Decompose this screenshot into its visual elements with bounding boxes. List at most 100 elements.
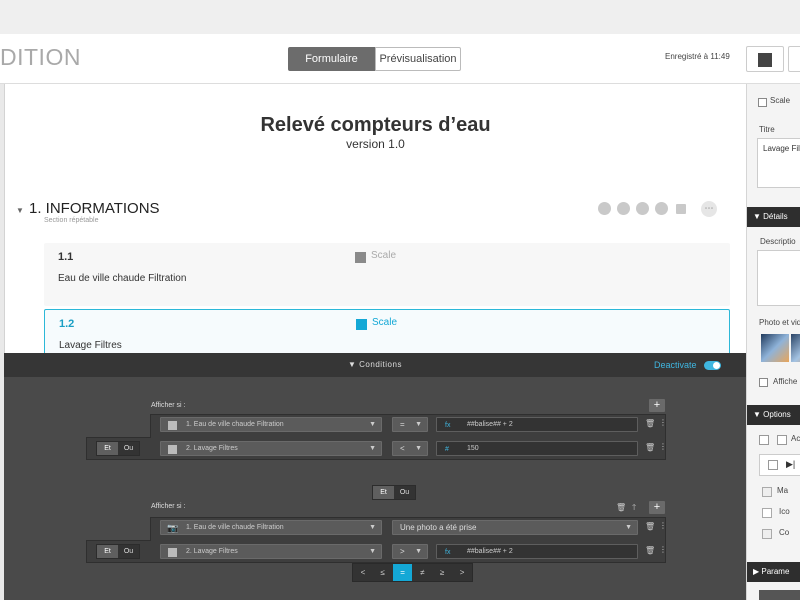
section-collapse-caret-icon[interactable]: ▼	[16, 206, 24, 215]
tab-formulaire[interactable]: Formulaire	[288, 47, 375, 71]
value-type-fx-icon[interactable]: fx	[445, 419, 450, 432]
question-card-selected[interactable]: 1.2 Scale Lavage Filtres	[44, 309, 730, 359]
operator-select[interactable]: = ▼	[392, 417, 428, 432]
dropdown-caret-icon: ▼	[369, 548, 376, 555]
stop-button[interactable]	[746, 46, 784, 72]
option-label: Co	[779, 528, 790, 537]
option-checkbox[interactable]	[762, 508, 772, 518]
stop-icon[interactable]	[676, 204, 686, 214]
scale-label: Scale	[770, 96, 791, 105]
section-title[interactable]: 1. INFORMATIONS	[29, 200, 160, 217]
add-condition-button[interactable]: +	[649, 399, 665, 412]
dropdown-caret-icon: ▼	[369, 421, 376, 428]
question-type: Scale	[371, 250, 397, 261]
option-label: Ma	[777, 486, 789, 495]
value-input[interactable]: fx ##balise## + 2	[436, 544, 638, 559]
afficher-label: Affiche	[773, 377, 798, 386]
question-number: 1.1	[58, 251, 74, 263]
value-input[interactable]: #150	[436, 441, 638, 456]
options-header[interactable]: ▼ Options	[747, 405, 800, 425]
comparator-eq[interactable]: =	[392, 564, 413, 581]
dropdown-caret-icon: ▼	[625, 524, 632, 531]
question-type: Scale	[372, 317, 398, 328]
comparator-le[interactable]: ≤	[373, 564, 393, 581]
value-type-fx-icon[interactable]: fx	[445, 546, 450, 559]
dropdown-caret-icon: ▼	[369, 524, 376, 531]
photo-thumbnail-2[interactable]	[791, 334, 800, 362]
value-type-number-icon[interactable]: #	[445, 443, 449, 456]
trash-icon[interactable]: 🗑	[645, 546, 655, 555]
field-select[interactable]: 📷 1. Eau de ville chaude Filtration ▼	[160, 520, 382, 535]
title-input[interactable]: Lavage Filt	[757, 138, 800, 188]
more-vertical-icon[interactable]: ⋮	[659, 521, 667, 530]
hide-icon[interactable]	[655, 202, 668, 215]
comparator-ge[interactable]: ≥	[432, 564, 452, 581]
trash-icon[interactable]: 🗑	[645, 419, 655, 428]
comparator-gt[interactable]: >	[452, 564, 472, 581]
skip-icon: ▶|	[786, 459, 796, 469]
trash-icon[interactable]: 🗑	[616, 503, 626, 512]
conditions-panel: ▼ Conditions Deactivate Afficher si : + …	[4, 353, 746, 600]
description-input[interactable]	[757, 250, 800, 306]
group-and-or-toggle[interactable]: Et Ou	[372, 485, 416, 500]
and-or-toggle[interactable]: Et Ou	[96, 441, 140, 456]
photo-thumbnail-1[interactable]	[761, 334, 789, 362]
and-or-toggle[interactable]: Et Ou	[96, 544, 140, 559]
more-vertical-icon[interactable]: ⋮	[659, 545, 667, 554]
question-card[interactable]: 1.1 Scale Eau de ville chaude Filtration	[44, 243, 730, 306]
option-checkbox[interactable]	[759, 435, 769, 445]
title-label: Titre	[759, 125, 775, 134]
more-vertical-icon[interactable]: ⋮	[659, 418, 667, 427]
value-input[interactable]: fx ##balise## + 2	[436, 417, 638, 432]
details-header[interactable]: ▼ Détails	[747, 207, 800, 227]
option-checkbox[interactable]	[762, 529, 772, 539]
browser-gap	[0, 0, 800, 34]
checkbox-icon	[168, 421, 177, 430]
deactivate-label[interactable]: Deactivate	[654, 360, 697, 370]
deactivate-toggle[interactable]	[704, 361, 721, 370]
question-label: Eau de ville chaude Filtration	[58, 273, 187, 284]
option-stepper[interactable]: ▶|	[759, 454, 800, 476]
conditions-title[interactable]: ▼ Conditions	[4, 360, 746, 369]
comment-icon[interactable]	[617, 202, 630, 215]
more-header-button[interactable]	[788, 46, 800, 72]
share-icon[interactable]	[598, 202, 611, 215]
add-condition-button[interactable]: +	[649, 501, 665, 514]
param-bar	[759, 590, 800, 600]
comparator-ne[interactable]: ≠	[412, 564, 432, 581]
trash-icon[interactable]: 🗑	[645, 522, 655, 531]
operator-select[interactable]: > ▼	[392, 544, 428, 559]
more-vertical-icon[interactable]: ⋮	[659, 442, 667, 451]
field-select[interactable]: 2. Lavage Filtres ▼	[160, 544, 382, 559]
field-select[interactable]: 1. Eau de ville chaude Filtration ▼	[160, 417, 382, 432]
question-label: Lavage Filtres	[59, 340, 122, 351]
caret-down-icon: ▼	[348, 360, 360, 369]
field-select[interactable]: 2. Lavage Filtres ▼	[160, 441, 382, 456]
comparator-picker: < ≤ = ≠ ≥ >	[352, 563, 473, 582]
section-more-button[interactable]: ⋯	[701, 201, 717, 217]
dropdown-caret-icon: ▼	[415, 548, 422, 555]
properties-panel: Scale Titre Lavage Filt ▼ Détails Descri…	[746, 84, 800, 600]
comparator-lt[interactable]: <	[353, 564, 373, 581]
warning-icon[interactable]	[636, 202, 649, 215]
square-icon	[758, 53, 772, 67]
tab-previsualisation[interactable]: Prévisualisation	[375, 47, 461, 71]
option-checkbox[interactable]	[762, 487, 772, 497]
parametres-header[interactable]: ▶ Parame	[747, 562, 800, 582]
scale-type-icon	[356, 319, 367, 330]
trash-icon[interactable]: 🗑	[645, 443, 655, 452]
scale-checkbox[interactable]	[758, 98, 767, 107]
saved-status: Enregistré à 11:49	[665, 52, 730, 61]
form-version: version 1.0	[346, 137, 405, 151]
photo-label: Photo et vid	[759, 318, 800, 327]
dropdown-caret-icon: ▼	[415, 445, 422, 452]
question-number: 1.2	[59, 318, 75, 330]
operator-select[interactable]: < ▼	[392, 441, 428, 456]
photo-condition-select[interactable]: Une photo a été prise ▼	[392, 520, 638, 535]
form-title[interactable]: Relevé compteurs d’eau	[5, 114, 746, 137]
scale-type-icon	[355, 252, 366, 263]
afficher-checkbox[interactable]	[759, 378, 768, 387]
arrow-up-icon[interactable]: 🡑	[632, 502, 636, 516]
show-if-label: Afficher si :	[151, 402, 186, 409]
option-checkbox[interactable]	[777, 435, 787, 445]
